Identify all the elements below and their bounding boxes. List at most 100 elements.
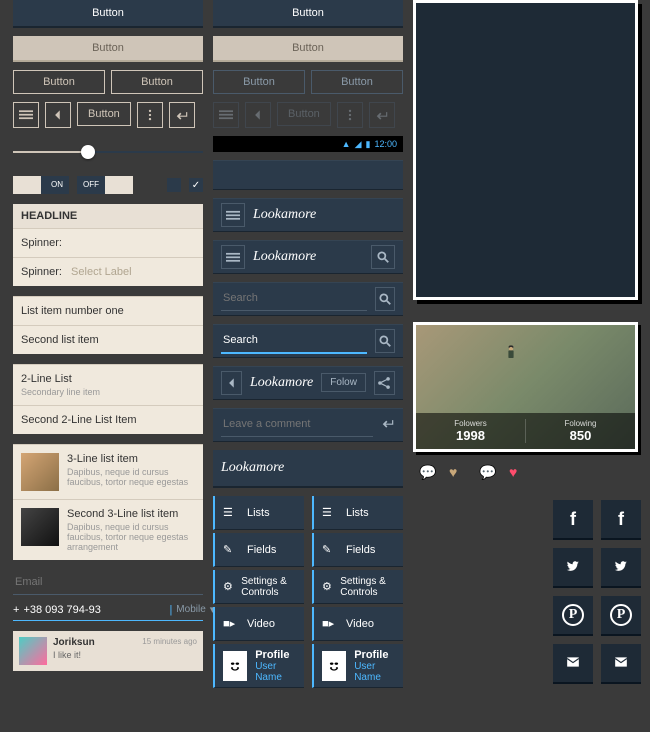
- menu-item-settings[interactable]: ⚙ Settings & Controls: [213, 570, 304, 604]
- profile-username: User Name: [354, 661, 395, 683]
- list-item-subtitle: Secondary line item: [21, 387, 195, 397]
- twitter-icon: [614, 557, 628, 578]
- comment-icon-active[interactable]: 💬: [479, 464, 495, 480]
- pinterest-icon: P: [610, 604, 632, 626]
- email-button[interactable]: [601, 644, 641, 684]
- outline-button-dark[interactable]: Button: [213, 70, 305, 94]
- slider[interactable]: [13, 142, 203, 162]
- list-item-subtitle: Dapibus, neque id cursus faucibus, torto…: [67, 522, 195, 552]
- select-label: Select Label: [71, 266, 132, 278]
- status-bar: ▲ ◢ ▮ 12:00: [213, 136, 403, 152]
- phone-type[interactable]: Mobile: [176, 604, 205, 615]
- primary-button-beige[interactable]: Button: [213, 36, 403, 62]
- status-time: 12:00: [374, 139, 397, 149]
- menu-item-profile[interactable]: ProfileUser Name: [213, 644, 304, 688]
- share-icon[interactable]: [374, 371, 395, 395]
- brand-logo: Lookamore: [221, 460, 284, 475]
- enter-icon[interactable]: [381, 416, 395, 433]
- list-item-3line[interactable]: Second 3-Line list item Dapibus, neque i…: [13, 499, 203, 560]
- search-icon[interactable]: [375, 287, 395, 311]
- avatar: [223, 651, 247, 681]
- list-item[interactable]: List item number one: [13, 296, 203, 325]
- menu-item-lists[interactable]: ☰Lists: [312, 496, 403, 530]
- enter-icon[interactable]: [169, 102, 195, 128]
- primary-button-dark[interactable]: Button: [13, 0, 203, 28]
- menu-label: Settings & Controls: [241, 576, 296, 598]
- slider-thumb[interactable]: [81, 145, 95, 159]
- search-icon[interactable]: [371, 245, 395, 269]
- heart-icon-active[interactable]: ♥: [509, 464, 525, 480]
- menu-item-profile[interactable]: ProfileUser Name: [312, 644, 403, 688]
- menu-item-video[interactable]: ■▸Video: [213, 607, 304, 641]
- photo-frame-empty: [413, 0, 638, 300]
- checkbox-unchecked[interactable]: [167, 178, 181, 192]
- toggle-knob: [105, 176, 133, 194]
- outline-button-dark[interactable]: Button: [311, 70, 403, 94]
- brand-bar: Lookamore: [213, 450, 403, 488]
- menu-icon[interactable]: [221, 245, 245, 269]
- comment-icon[interactable]: 💬: [419, 464, 435, 480]
- menu-icon[interactable]: [221, 203, 245, 227]
- twitter-button[interactable]: [553, 548, 593, 588]
- email-button[interactable]: [553, 644, 593, 684]
- stat-following[interactable]: Folowing 850: [526, 419, 635, 443]
- header-bar-follow: Lookamore Folow: [213, 366, 403, 400]
- spinner-label: Spinner:: [21, 266, 62, 278]
- twitter-button[interactable]: [601, 548, 641, 588]
- primary-button-dark[interactable]: Button: [213, 0, 403, 28]
- email-field[interactable]: [13, 570, 203, 595]
- outline-button-2[interactable]: Button: [111, 70, 203, 94]
- brand-logo: Lookamore: [253, 207, 395, 223]
- spinner-row[interactable]: Spinner:: [13, 228, 203, 257]
- back-icon[interactable]: [45, 102, 71, 128]
- menu-item-settings[interactable]: ⚙Settings & Controls: [312, 570, 403, 604]
- avatar: [322, 651, 346, 681]
- headline: HEADLINE: [13, 204, 203, 228]
- back-icon[interactable]: [221, 371, 242, 395]
- follow-button[interactable]: Folow: [321, 373, 366, 392]
- list-item-title: Second 2-Line List Item: [21, 414, 195, 426]
- primary-button-beige[interactable]: Button: [13, 36, 203, 62]
- menu-item-fields[interactable]: ✎Fields: [213, 533, 304, 567]
- pinterest-button[interactable]: P: [553, 596, 593, 636]
- edit-icon: ✎: [223, 543, 239, 556]
- comment-author: Joriksun: [53, 637, 95, 648]
- photo: Folowers 1998 Folowing 850: [413, 322, 638, 452]
- search-input[interactable]: [221, 286, 367, 311]
- list-item-title: Second 3-Line list item: [67, 508, 195, 520]
- list-item-3line[interactable]: 3-Line list item Dapibus, neque id cursu…: [13, 444, 203, 499]
- phone-field[interactable]: [23, 604, 165, 616]
- toggle-on[interactable]: ON: [13, 176, 69, 194]
- avatar: [19, 637, 47, 665]
- menu-item-video[interactable]: ■▸Video: [312, 607, 403, 641]
- settings-icon: ⚙: [322, 580, 332, 593]
- header-bar-search: Lookamore: [213, 240, 403, 274]
- small-button[interactable]: Button: [77, 102, 131, 126]
- toggle-off[interactable]: OFF: [77, 176, 133, 194]
- comment-input[interactable]: [221, 412, 373, 437]
- header-bar-menu: Lookamore: [213, 198, 403, 232]
- list-item-2line[interactable]: 2-Line List Secondary line item: [13, 364, 203, 405]
- search-input[interactable]: [221, 328, 367, 354]
- menu-icon[interactable]: [13, 102, 39, 128]
- menu-label: Video: [346, 618, 374, 630]
- checkbox-checked[interactable]: ✓: [189, 178, 203, 192]
- header-bar-plain: [213, 160, 403, 190]
- heart-icon[interactable]: ♥: [449, 464, 465, 480]
- menu-item-lists[interactable]: ☰Lists: [213, 496, 304, 530]
- stat-followers[interactable]: Folowers 1998: [416, 419, 526, 443]
- facebook-button[interactable]: f: [601, 500, 641, 540]
- list-item-2line[interactable]: Second 2-Line List Item: [13, 405, 203, 434]
- comment-text: I like it!: [53, 650, 197, 660]
- list-item[interactable]: Second list item: [13, 325, 203, 354]
- spinner-row-select[interactable]: Spinner: Select Label: [13, 257, 203, 286]
- signal-icon: ◢: [355, 139, 362, 150]
- person-silhouette: [504, 344, 554, 414]
- settings-icon: ⚙: [223, 580, 233, 593]
- search-icon[interactable]: [375, 329, 395, 353]
- outline-button-1[interactable]: Button: [13, 70, 105, 94]
- menu-item-fields[interactable]: ✎Fields: [312, 533, 403, 567]
- pinterest-button[interactable]: P: [601, 596, 641, 636]
- more-vertical-icon[interactable]: [137, 102, 163, 128]
- facebook-button[interactable]: f: [553, 500, 593, 540]
